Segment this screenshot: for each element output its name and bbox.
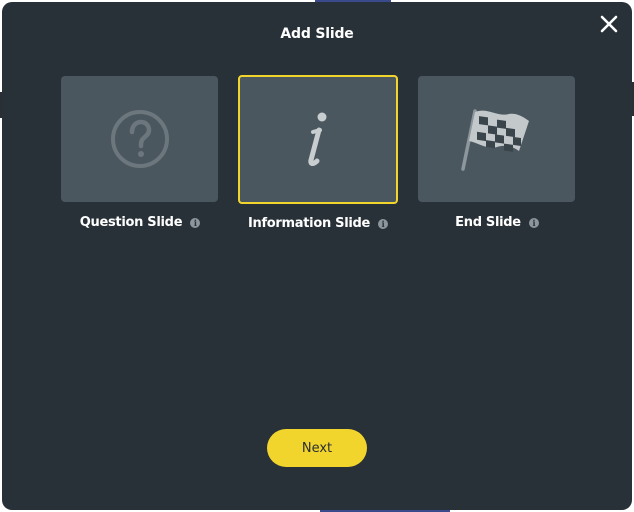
end-slide-label: End Slide <box>455 215 521 230</box>
slide-type-options: Question Slide i Information Slide i End… <box>61 75 576 246</box>
info-italic-icon <box>308 112 327 166</box>
information-slide-label: Information Slide <box>247 216 371 231</box>
close-icon <box>600 15 618 33</box>
question-slide-option[interactable]: Question Slide i <box>61 76 219 230</box>
information-slide-card[interactable] <box>238 75 398 204</box>
close-button[interactable] <box>598 13 620 35</box>
info-icon[interactable]: i <box>190 217 201 228</box>
information-slide-option[interactable]: Information Slide i <box>238 75 398 231</box>
question-slide-card[interactable] <box>61 76 218 202</box>
end-slide-option[interactable]: End Slide i <box>418 76 576 230</box>
next-button[interactable]: Next <box>267 429 367 467</box>
dialog-title: Add Slide <box>280 26 354 42</box>
end-slide-card[interactable] <box>418 76 575 202</box>
checkered-flag-icon <box>460 109 529 171</box>
info-icon[interactable]: i <box>378 218 389 229</box>
question-slide-label: Question Slide <box>79 215 183 230</box>
add-slide-dialog: Add Slide Question Slide i Information S… <box>2 2 632 510</box>
question-circle-icon <box>110 110 169 168</box>
info-icon[interactable]: i <box>528 217 539 228</box>
